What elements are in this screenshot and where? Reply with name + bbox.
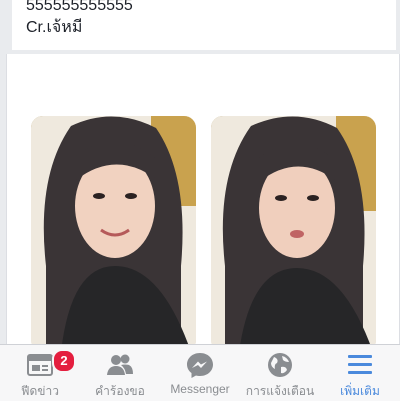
selfie-image [211,116,376,352]
tab-label: เพิ่มเติม [340,384,380,398]
selfie-image [31,116,196,352]
post-text-line-2: Cr.เจ้หมี [26,19,83,36]
photo-2[interactable] [211,116,376,352]
tab-label: คำร้องขอ [95,384,145,398]
notification-badge: 2 [52,349,76,373]
tab-more[interactable]: เพิ่มเติม [320,345,400,401]
tab-friend-requests[interactable]: คำร้องขอ [80,345,160,401]
messenger-icon [187,353,213,378]
menu-icon [348,355,372,374]
news-feed-icon [27,354,53,376]
post-text-block: 555555555555 Cr.เจ้หมี [12,0,396,50]
globe-notifications-icon [268,353,292,377]
bottom-tab-bar: 2 ฟีดข่าว คำร้องขอ Messenger การแจ้งเตือ… [0,344,400,401]
photo-card [6,54,400,354]
tab-label: ฟีดข่าว [21,384,59,398]
tab-messenger[interactable]: Messenger [160,345,240,401]
tab-label: Messenger [170,382,230,396]
tab-news-feed[interactable]: 2 ฟีดข่าว [0,345,80,401]
tab-label: การแจ้งเตือน [245,384,315,398]
post-text-line-1: 555555555555 [26,0,133,14]
tab-notifications[interactable]: การแจ้งเตือน [240,345,320,401]
friend-requests-icon [107,354,133,375]
photo-1[interactable] [31,116,196,352]
